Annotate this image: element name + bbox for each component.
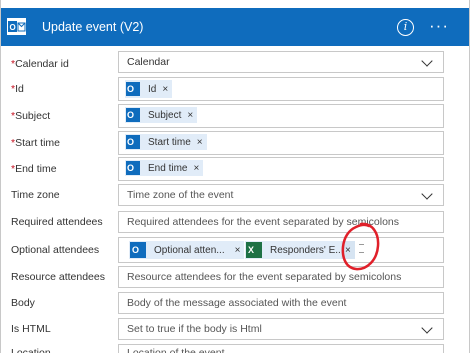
id-token[interactable]: O Id × <box>125 80 173 98</box>
start-time-field[interactable]: O Start time × <box>118 131 444 155</box>
outlook-icon: O <box>126 108 140 122</box>
chevron-down-icon[interactable] <box>421 322 433 334</box>
action-title: Update event (V2) <box>42 20 144 34</box>
outlook-icon: O <box>126 135 140 149</box>
chevron-down-icon[interactable] <box>421 55 433 67</box>
time-zone-row: Time zone Time zone of the event <box>1 184 469 210</box>
remove-token-icon[interactable]: × <box>197 137 203 148</box>
calendar-id-value: Calendar <box>127 56 170 68</box>
subject-row: *Subject O Subject × <box>1 104 469 130</box>
end-time-row: *End time O End time × <box>1 157 469 183</box>
optional-attendees-row: Optional attendees O Optional atten... ×… <box>1 237 469 263</box>
optional-attendees-token[interactable]: O Optional atten... × <box>129 241 245 259</box>
svg-text:O: O <box>10 23 16 32</box>
start-time-token[interactable]: O Start time × <box>125 134 207 150</box>
text-cursor-icon <box>359 244 364 253</box>
body-input[interactable]: Body of the message associated with the … <box>118 292 444 314</box>
end-time-label: *End time <box>11 163 57 175</box>
resource-attendees-placeholder: Resource attendees for the event separat… <box>127 271 402 283</box>
outlook-logo-icon: O <box>7 18 26 35</box>
location-label: Location <box>11 347 51 353</box>
calendar-id-select[interactable]: Calendar <box>118 51 444 73</box>
time-zone-select[interactable]: Time zone of the event <box>118 184 444 206</box>
optional-attendees-token-label: Optional atten... <box>154 244 225 256</box>
time-zone-label: Time zone <box>11 189 60 201</box>
calendar-id-row: *Calendar id Calendar <box>1 51 469 77</box>
start-time-label: *Start time <box>11 137 61 149</box>
location-input[interactable]: Location of the event <box>118 344 444 353</box>
resource-attendees-input[interactable]: Resource attendees for the event separat… <box>118 266 444 288</box>
update-event-card: O Update event (V2) i ··· *Calendar id C… <box>0 0 470 353</box>
outlook-icon: O <box>126 161 140 175</box>
required-attendees-input[interactable]: Required attendees for the event separat… <box>118 211 444 233</box>
end-time-token-label: End time <box>148 162 188 174</box>
optional-attendees-field[interactable]: O Optional atten... × X Responders' E...… <box>118 237 444 263</box>
id-label: *Id <box>11 83 24 95</box>
subject-token[interactable]: O Subject × <box>125 107 198 123</box>
responders-email-token[interactable]: X Responders' E... <box>245 241 344 259</box>
start-time-row: *Start time O Start time × <box>1 131 469 157</box>
is-html-label: Is HTML <box>11 323 51 335</box>
more-options-icon[interactable]: ··· <box>429 16 449 36</box>
remove-token-icon[interactable]: × <box>193 163 199 174</box>
resource-attendees-row: Resource attendees Resource attendees fo… <box>1 266 469 292</box>
token-remove-button[interactable]: × <box>341 241 355 259</box>
body-placeholder: Body of the message associated with the … <box>127 297 347 309</box>
remove-token-icon[interactable]: × <box>187 110 193 121</box>
is-html-placeholder: Set to true if the body is Html <box>127 323 262 335</box>
remove-token-icon[interactable]: × <box>162 84 168 95</box>
subject-label: *Subject <box>11 110 51 122</box>
outlook-icon: O <box>126 82 140 96</box>
required-attendees-label: Required attendees <box>11 216 103 228</box>
chevron-down-icon[interactable] <box>421 188 433 200</box>
resource-attendees-label: Resource attendees <box>11 271 105 283</box>
location-row: Location Location of the event <box>1 344 469 353</box>
start-time-token-label: Start time <box>148 136 191 148</box>
info-icon[interactable]: i <box>397 19 414 36</box>
required-attendees-placeholder: Required attendees for the event separat… <box>127 216 400 228</box>
body-label: Body <box>11 297 35 309</box>
excel-icon: X <box>246 242 262 258</box>
subject-token-label: Subject <box>148 109 182 121</box>
id-field[interactable]: O Id × <box>118 77 444 101</box>
action-header[interactable]: O Update event (V2) i ··· <box>1 8 469 46</box>
id-token-label: Id <box>148 83 157 95</box>
responders-email-token-label: Responders' E... <box>270 244 344 256</box>
body-row: Body Body of the message associated with… <box>1 292 469 318</box>
remove-token-icon[interactable]: × <box>235 245 241 256</box>
outlook-icon: O <box>130 242 146 258</box>
location-placeholder: Location of the event <box>127 347 225 353</box>
time-zone-placeholder: Time zone of the event <box>127 189 234 201</box>
is-html-select[interactable]: Set to true if the body is Html <box>118 318 444 340</box>
optional-attendees-label: Optional attendees <box>11 244 100 256</box>
end-time-field[interactable]: O End time × <box>118 157 444 181</box>
is-html-row: Is HTML Set to true if the body is Html <box>1 318 469 344</box>
id-row: *Id O Id × <box>1 77 469 105</box>
required-attendees-row: Required attendees Required attendees fo… <box>1 211 469 237</box>
remove-token-icon[interactable]: × <box>345 245 351 256</box>
end-time-token[interactable]: O End time × <box>125 160 204 176</box>
subject-field[interactable]: O Subject × <box>118 104 444 128</box>
calendar-id-label: *Calendar id <box>11 58 69 70</box>
